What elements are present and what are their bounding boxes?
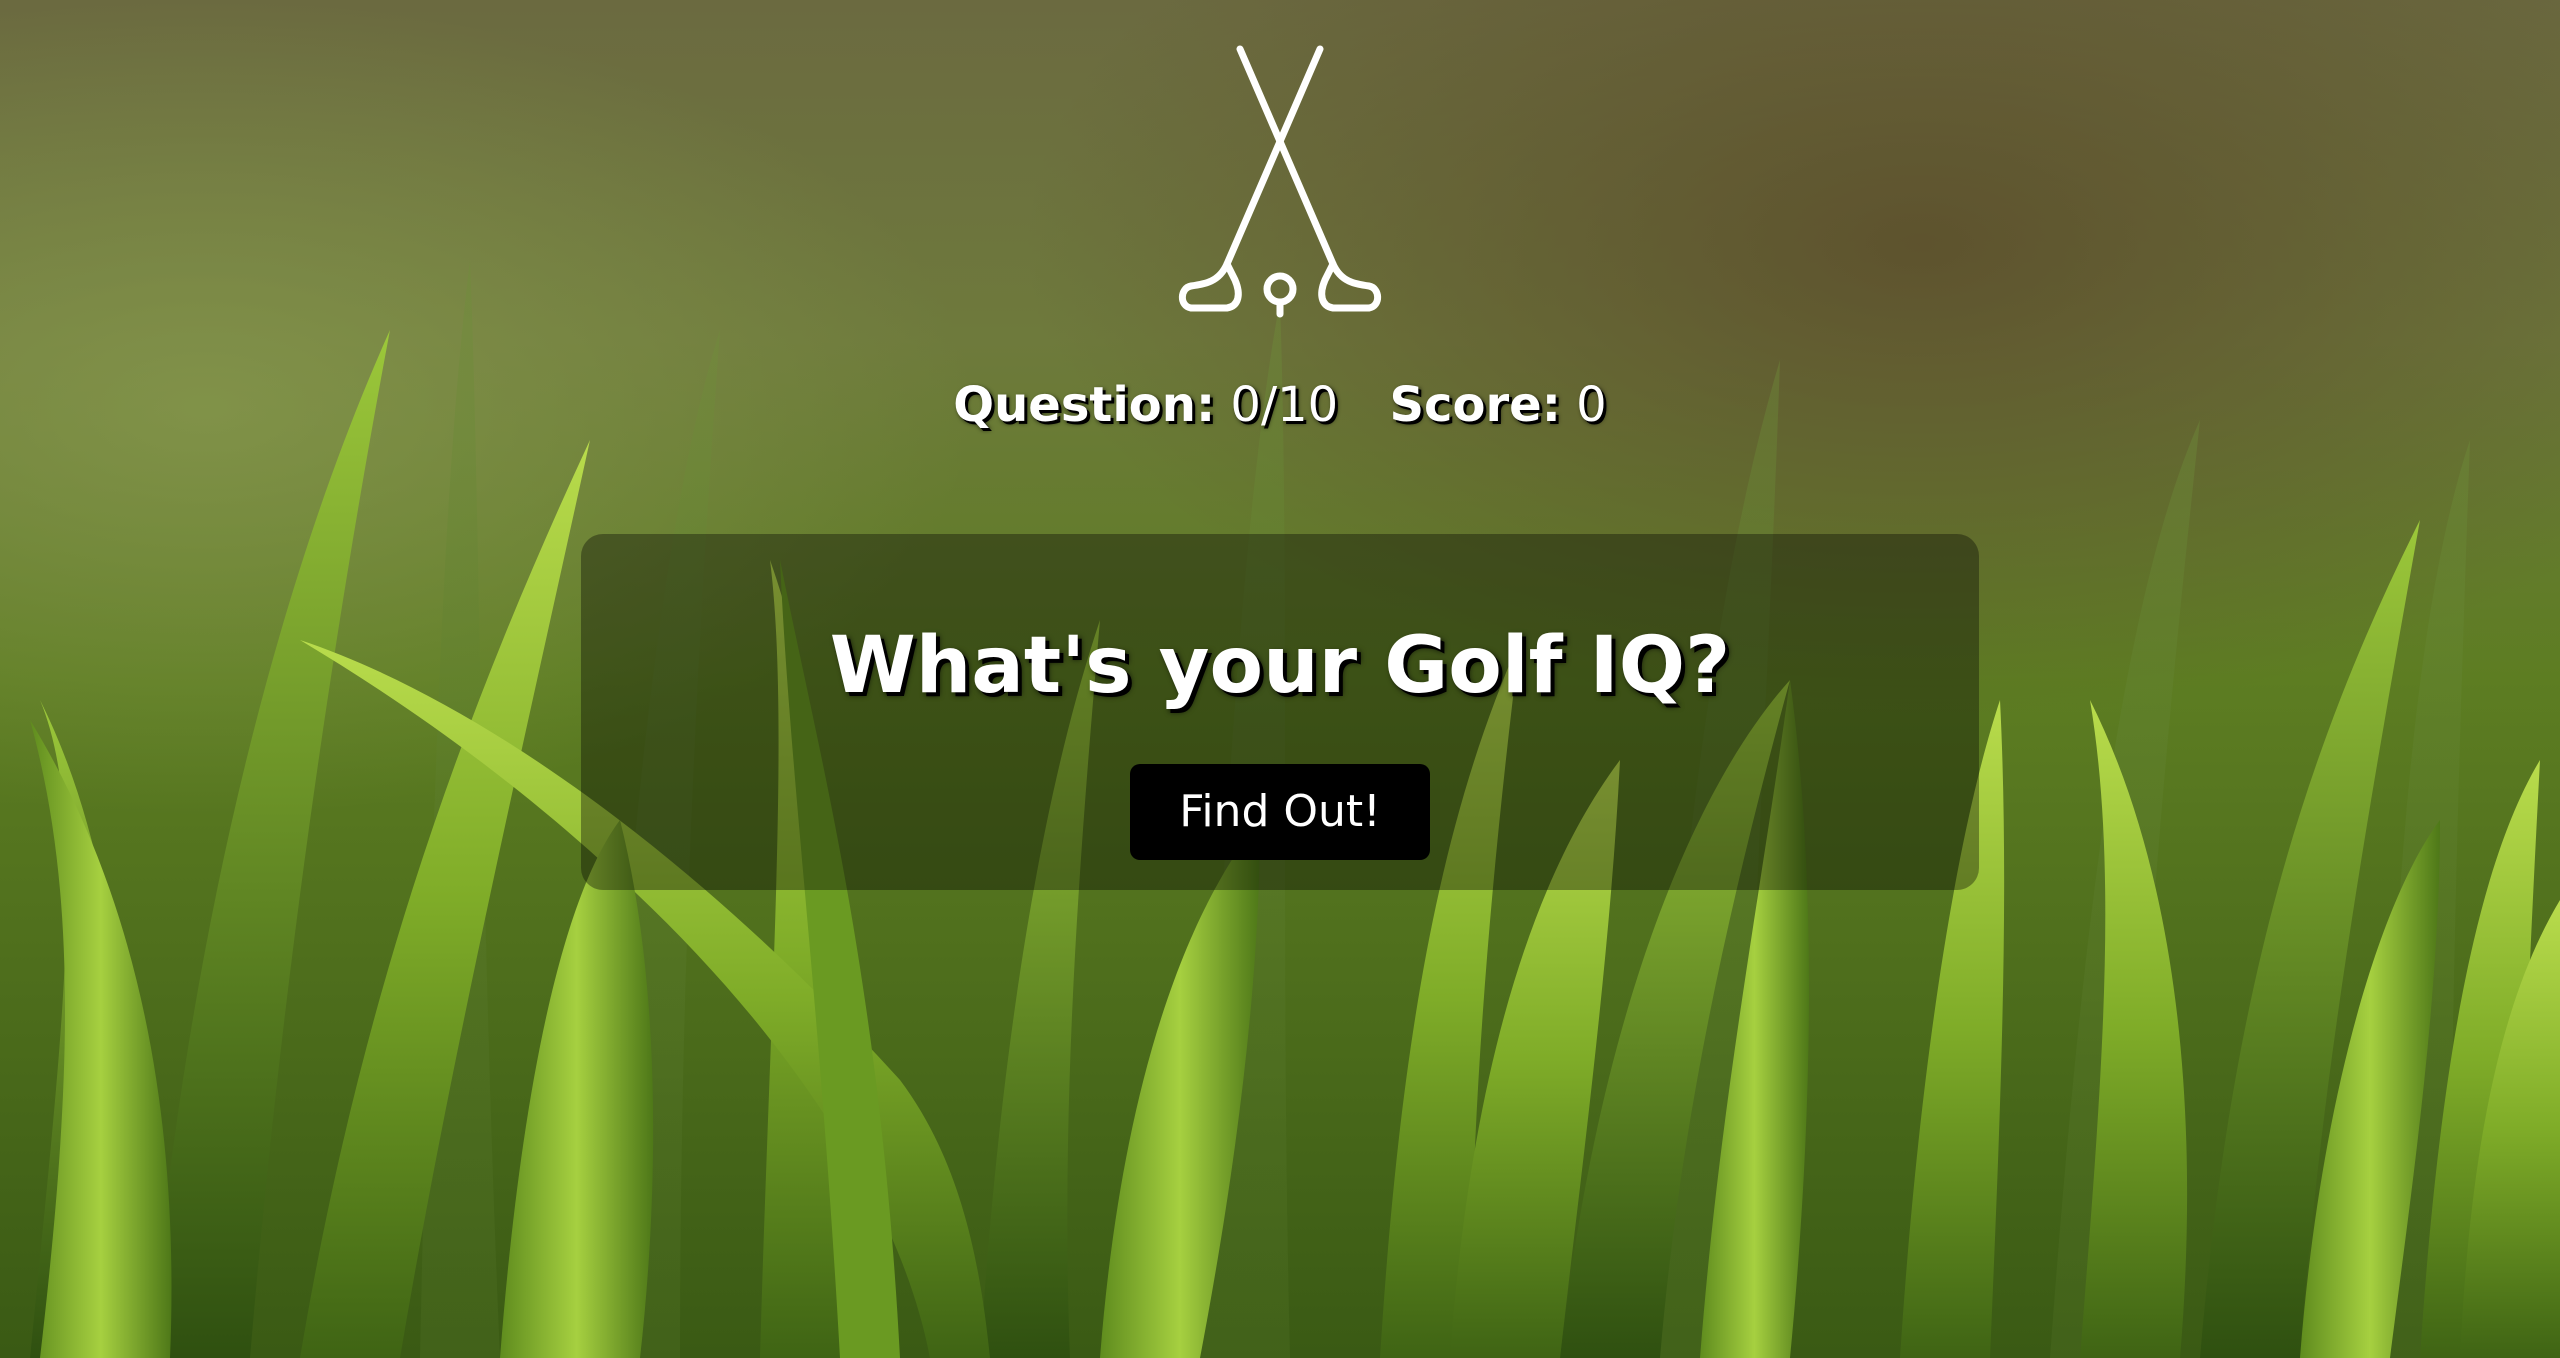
golf-clubs-icon xyxy=(1178,45,1382,318)
page-title: What's your Golf IQ? xyxy=(829,621,1731,711)
golf-clubs-logo xyxy=(1175,44,1385,320)
intro-panel: What's your Golf IQ? Find Out! xyxy=(581,534,1979,890)
score-value: 0 xyxy=(1576,377,1607,433)
score-label: Score: xyxy=(1389,377,1561,433)
find-out-button[interactable]: Find Out! xyxy=(1130,764,1430,860)
question-label: Question: xyxy=(953,377,1216,433)
quiz-progress-bar: Question: 0/10 Score: 0 xyxy=(0,370,2560,440)
question-counter: 0/10 xyxy=(1230,377,1339,433)
